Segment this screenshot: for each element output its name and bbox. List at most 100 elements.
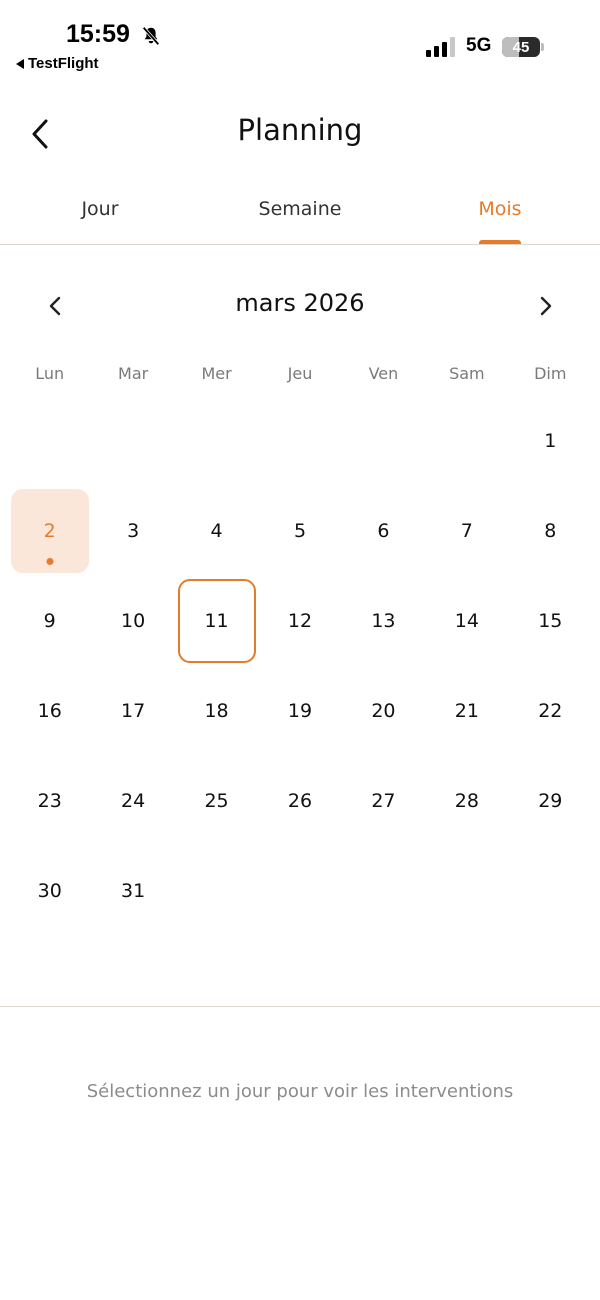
day-cell: 4 bbox=[175, 486, 258, 576]
day-cell: 29 bbox=[509, 756, 592, 846]
day-5-button[interactable]: 5 bbox=[261, 489, 339, 573]
day-number: 26 bbox=[287, 790, 313, 812]
day-number: 18 bbox=[204, 700, 229, 722]
bell-muted-icon bbox=[142, 26, 160, 46]
day-number: 23 bbox=[37, 790, 62, 812]
day-9-button[interactable]: 9 bbox=[11, 579, 89, 663]
empty-day-cell bbox=[342, 396, 425, 486]
day-cell: 22 bbox=[509, 666, 592, 756]
empty-day-cell bbox=[175, 396, 258, 486]
day-17-button[interactable]: 17 bbox=[94, 669, 172, 753]
day-10-button[interactable]: 10 bbox=[94, 579, 172, 663]
weekday-label: Dim bbox=[534, 364, 567, 383]
day-4-button[interactable]: 4 bbox=[178, 489, 256, 573]
day-number: 3 bbox=[127, 520, 140, 542]
day-18-button[interactable]: 18 bbox=[178, 669, 256, 753]
day-29-button[interactable]: 29 bbox=[511, 759, 589, 843]
battery-cap bbox=[541, 43, 544, 51]
day-number: 17 bbox=[121, 700, 146, 722]
day-3-button[interactable]: 3 bbox=[94, 489, 172, 573]
day-cell: 1 bbox=[509, 396, 592, 486]
day-20-button[interactable]: 20 bbox=[344, 669, 422, 753]
tab-semaine[interactable]: Semaine bbox=[200, 186, 400, 244]
battery-icon: 45 bbox=[502, 37, 540, 57]
tab-jour[interactable]: Jour bbox=[0, 186, 200, 244]
tab-label: Semaine bbox=[258, 198, 342, 220]
day-cell: 7 bbox=[425, 486, 508, 576]
page-title: Planning bbox=[237, 113, 363, 147]
day-number: 5 bbox=[293, 520, 307, 542]
next-month-button[interactable] bbox=[528, 288, 564, 324]
event-dot-indicator bbox=[46, 558, 54, 565]
day-11-button[interactable]: 11 bbox=[177, 579, 256, 663]
tab-mois[interactable]: Mois bbox=[400, 186, 600, 244]
day-24-button[interactable]: 24 bbox=[94, 759, 172, 843]
empty-day-cell bbox=[425, 396, 508, 486]
weekday-label: Sam bbox=[449, 364, 485, 383]
day-cell: 20 bbox=[342, 666, 425, 756]
day-8-button[interactable]: 8 bbox=[511, 489, 589, 573]
day-cell: 30 bbox=[8, 846, 91, 936]
day-cell: 18 bbox=[175, 666, 258, 756]
weekday-label: Mar bbox=[118, 364, 149, 383]
day-number: 14 bbox=[454, 610, 479, 632]
empty-day-cell bbox=[258, 396, 341, 486]
weekday-label: Lun bbox=[35, 364, 65, 383]
day-1-button[interactable]: 1 bbox=[511, 399, 589, 483]
day-23-button[interactable]: 23 bbox=[11, 759, 89, 843]
day-30-button[interactable]: 30 bbox=[11, 849, 89, 933]
day-cell: 19 bbox=[258, 666, 341, 756]
day-cell: 27 bbox=[342, 756, 425, 846]
day-26-button[interactable]: 26 bbox=[261, 759, 339, 843]
cellular-signal-icon bbox=[426, 37, 455, 57]
network-type: 5G bbox=[466, 35, 492, 56]
day-12-button[interactable]: 12 bbox=[261, 579, 339, 663]
day-25-button[interactable]: 25 bbox=[178, 759, 256, 843]
day-number: 7 bbox=[460, 520, 473, 542]
day-number: 21 bbox=[454, 700, 479, 722]
day-number: 4 bbox=[210, 520, 223, 542]
day-cell: 17 bbox=[91, 666, 174, 756]
day-cell: 15 bbox=[509, 576, 592, 666]
day-28-button[interactable]: 28 bbox=[428, 759, 506, 843]
day-number: 6 bbox=[377, 520, 390, 542]
day-15-button[interactable]: 15 bbox=[511, 579, 589, 663]
day-cell: 3 bbox=[91, 486, 174, 576]
day-number: 20 bbox=[371, 700, 396, 722]
empty-day-cell bbox=[91, 396, 174, 486]
day-cell: 12 bbox=[258, 576, 341, 666]
day-31-button[interactable]: 31 bbox=[94, 849, 172, 933]
calendar-grid: 1 2 3 4 5 6 7 8 9 10 11 12 13 14 15 16 17 18 19 20 21 22 23 24 2… bbox=[8, 396, 592, 936]
day-19-button[interactable]: 19 bbox=[261, 669, 339, 753]
day-cell: 25 bbox=[175, 756, 258, 846]
day-16-button[interactable]: 16 bbox=[11, 669, 89, 753]
day-21-button[interactable]: 21 bbox=[428, 669, 506, 753]
day-cell: 2 bbox=[8, 486, 91, 576]
back-triangle-icon bbox=[16, 58, 24, 69]
day-cell: 21 bbox=[425, 666, 508, 756]
day-number: 27 bbox=[371, 790, 396, 812]
day-number: 13 bbox=[371, 610, 396, 632]
back-to-app-link[interactable]: TestFlight bbox=[16, 55, 99, 72]
day-27-button[interactable]: 27 bbox=[344, 759, 422, 843]
day-number: 15 bbox=[538, 610, 563, 632]
day-7-button[interactable]: 7 bbox=[428, 489, 506, 573]
status-bar: 15:59 TestFlight 5G 45 bbox=[0, 0, 600, 80]
day-22-button[interactable]: 22 bbox=[511, 669, 589, 753]
day-cell: 11 bbox=[175, 576, 258, 666]
day-13-button[interactable]: 13 bbox=[344, 579, 422, 663]
tab-label: Jour bbox=[81, 198, 119, 220]
weekday-header: Lun Mar Mer Jeu Ven Sam Dim bbox=[8, 364, 592, 388]
chevron-right-icon bbox=[540, 296, 552, 316]
day-2-button[interactable]: 2 bbox=[10, 489, 89, 573]
day-number: 25 bbox=[204, 790, 229, 812]
day-number: 8 bbox=[544, 520, 557, 542]
day-number: 30 bbox=[37, 880, 62, 902]
day-number: 28 bbox=[454, 790, 479, 812]
weekday-label: Mer bbox=[201, 364, 232, 383]
day-6-button[interactable]: 6 bbox=[344, 489, 422, 573]
back-app-label: TestFlight bbox=[28, 55, 99, 72]
day-14-button[interactable]: 14 bbox=[428, 579, 506, 663]
empty-state-message: Sélectionnez un jour pour voir les inter… bbox=[86, 1081, 514, 1102]
day-cell: 28 bbox=[425, 756, 508, 846]
